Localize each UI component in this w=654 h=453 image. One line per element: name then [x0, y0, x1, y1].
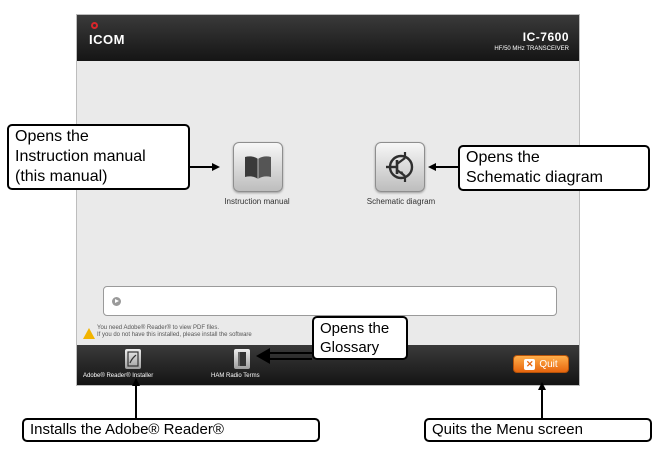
callout-glossary: Opens the Glossary	[312, 316, 408, 360]
callout-schematic-line-1: Opens the	[466, 149, 540, 166]
callout-arrows	[132, 163, 546, 418]
callout-instruction-line-3: (this manual)	[15, 168, 108, 185]
callout-instruction-line-2: Instruction manual	[15, 148, 146, 165]
callout-quit: Quits the Menu screen	[424, 418, 652, 442]
callout-glossary-line-1: Opens the	[320, 320, 390, 337]
callout-schematic-line-2: Schematic diagram	[466, 169, 603, 186]
callout-instruction-manual: Opens the Instruction manual (this manua…	[7, 124, 190, 190]
arrow-glossary	[256, 348, 312, 364]
callout-glossary-line-2: Glossary	[320, 339, 380, 356]
callout-instruction-line-1: Opens the	[15, 128, 89, 145]
callout-schematic-diagram: Opens the Schematic diagram	[458, 145, 650, 191]
callout-adobe-installer: Installs the Adobe® Reader®	[22, 418, 320, 442]
